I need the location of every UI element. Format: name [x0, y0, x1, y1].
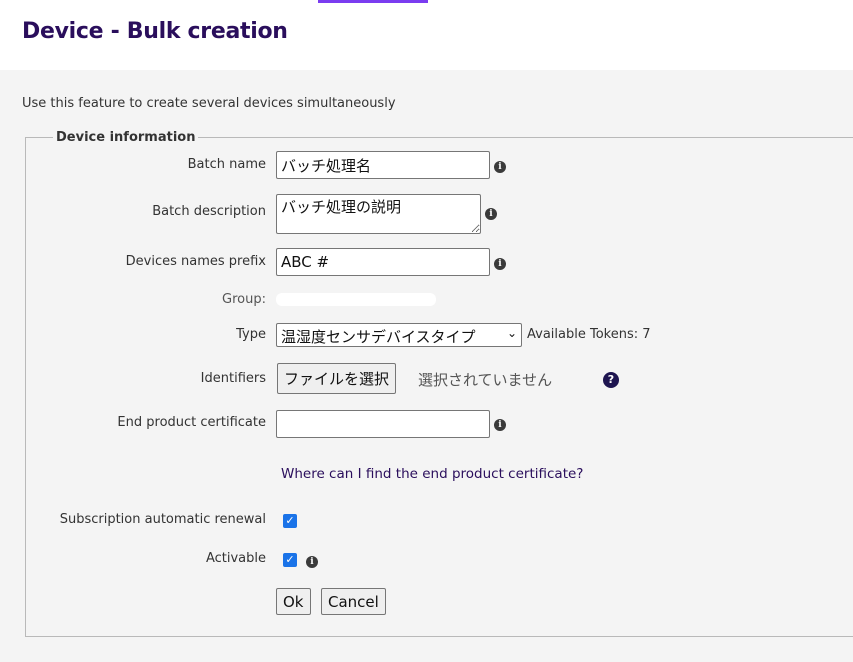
available-tokens: Available Tokens: 7: [527, 327, 651, 342]
batch-name-input[interactable]: [276, 151, 490, 179]
info-icon[interactable]: i: [494, 419, 506, 431]
activable-label: Activable: [205, 551, 266, 566]
group-label: Group:: [222, 292, 266, 307]
end-product-certificate-help-link[interactable]: Where can I find the end product certifi…: [281, 466, 583, 482]
group-value-redacted: [276, 293, 436, 306]
checkmark-icon: ✓: [285, 514, 295, 527]
end-product-certificate-label: End product certificate: [117, 415, 266, 430]
devices-prefix-label: Devices names prefix: [125, 254, 266, 269]
info-icon[interactable]: i: [306, 556, 318, 568]
type-label: Type: [236, 327, 266, 342]
end-product-certificate-input[interactable]: [276, 410, 490, 438]
info-icon[interactable]: i: [494, 258, 506, 270]
type-selected-value: 温湿度センサデバイスタイプ: [281, 328, 476, 346]
question-circle-icon[interactable]: ?: [603, 372, 619, 388]
cancel-button[interactable]: Cancel: [321, 588, 386, 615]
fieldset-legend: Device information: [53, 130, 199, 145]
batch-description-textarea[interactable]: バッチ処理の説明: [276, 194, 481, 234]
chevron-down-icon: ⌄: [506, 326, 517, 340]
choose-file-button[interactable]: ファイルを選択: [277, 363, 397, 394]
info-icon[interactable]: i: [485, 208, 497, 220]
batch-name-label: Batch name: [187, 157, 266, 172]
page-title: Device - Bulk creation: [22, 19, 288, 44]
batch-description-label: Batch description: [152, 204, 266, 219]
info-icon[interactable]: i: [494, 161, 506, 173]
ok-button[interactable]: Ok: [276, 588, 311, 615]
identifiers-label: Identifiers: [200, 371, 266, 386]
active-tab-indicator: [318, 0, 428, 3]
intro-text: Use this feature to create several devic…: [22, 96, 396, 111]
subscription-renewal-checkbox[interactable]: ✓: [283, 514, 297, 528]
checkmark-icon: ✓: [285, 553, 295, 566]
subscription-renewal-label: Subscription automatic renewal: [59, 512, 266, 527]
no-file-selected-text: 選択されていません: [418, 371, 553, 389]
activable-checkbox[interactable]: ✓: [283, 553, 297, 567]
type-select[interactable]: 温湿度センサデバイスタイプ ⌄: [276, 323, 522, 347]
devices-prefix-input[interactable]: [276, 248, 490, 276]
